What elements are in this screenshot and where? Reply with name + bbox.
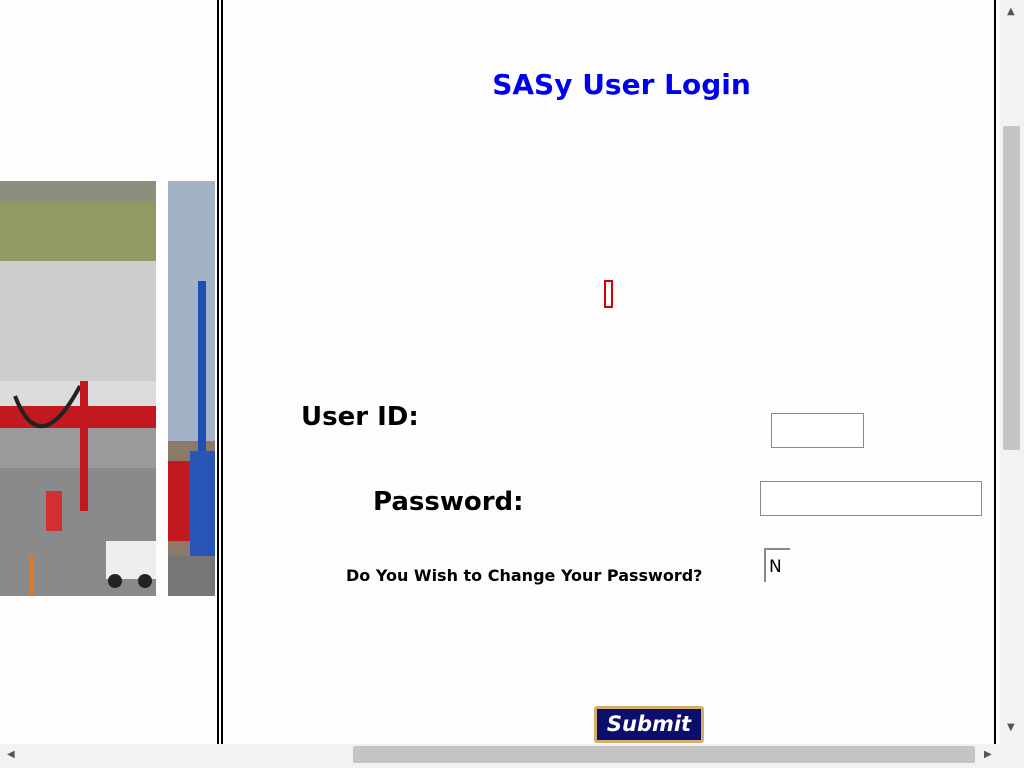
- change-password-label: Do You Wish to Change Your Password?: [346, 566, 703, 585]
- horizontal-scrollbar[interactable]: ◀ ▶: [0, 744, 1000, 768]
- scrollbar-corner: [1000, 744, 1024, 768]
- vertical-scrollbar[interactable]: ▲ ▼: [1000, 0, 1024, 744]
- frame-divider-edge: [994, 0, 996, 744]
- scroll-down-icon[interactable]: ▼: [1007, 722, 1015, 733]
- scroll-right-icon[interactable]: ▶: [984, 749, 992, 760]
- broken-image-icon: [604, 280, 613, 308]
- user-id-input[interactable]: [771, 413, 864, 448]
- page-title: SASy User Login: [492, 68, 751, 101]
- user-id-label: User ID:: [301, 402, 419, 432]
- scroll-left-icon[interactable]: ◀: [7, 749, 15, 760]
- frame-divider-left: [217, 0, 219, 744]
- frame-divider-right: [221, 0, 223, 744]
- left-frame: [0, 0, 217, 744]
- airport-photo-2: [168, 181, 215, 596]
- vertical-scroll-thumb[interactable]: [1003, 126, 1020, 450]
- login-frame: SASy User Login User ID: Password: Do Yo…: [224, 0, 994, 744]
- password-input[interactable]: [760, 481, 982, 516]
- scroll-up-icon[interactable]: ▲: [1007, 6, 1015, 17]
- submit-button[interactable]: Submit: [594, 706, 704, 743]
- airport-photo-1: [0, 181, 156, 596]
- password-label: Password:: [373, 487, 524, 517]
- horizontal-scroll-thumb[interactable]: [353, 746, 975, 763]
- change-password-field[interactable]: N: [764, 548, 790, 582]
